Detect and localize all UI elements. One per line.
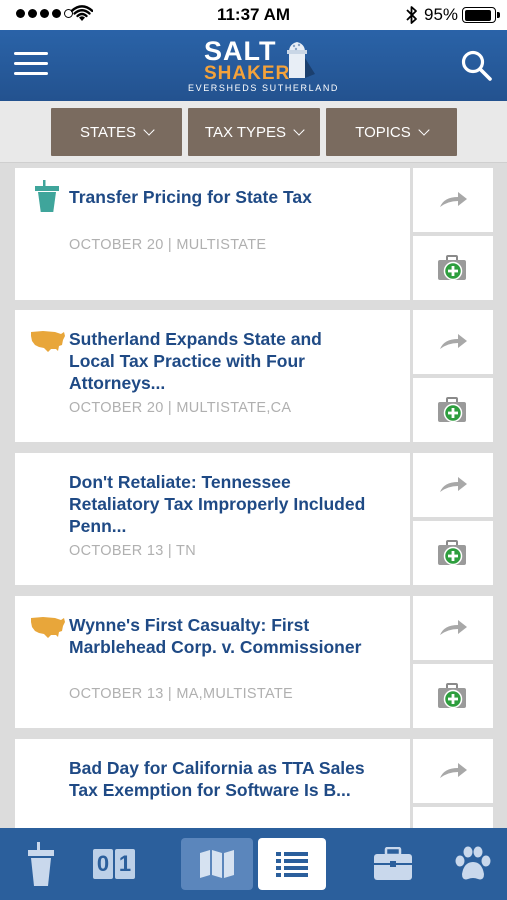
briefcase-add-icon bbox=[438, 683, 466, 709]
share-arrow-icon bbox=[440, 192, 467, 207]
article-meta: OCTOBER 13 | MA,MULTISTATE bbox=[69, 686, 293, 702]
battery-percent: 95% bbox=[424, 5, 459, 24]
article-card-body[interactable]: Transfer Pricing for State Tax OCTOBER 2… bbox=[15, 168, 410, 300]
save-to-briefcase-button[interactable] bbox=[413, 236, 493, 300]
paw-icon bbox=[455, 846, 491, 880]
chevron-down-icon bbox=[293, 124, 305, 136]
article-title: Wynne's First Casualty: First Marblehead… bbox=[69, 615, 362, 657]
chevron-down-icon bbox=[418, 124, 430, 136]
filter-bar: STATES TAX TYPES TOPICS bbox=[0, 101, 507, 163]
tab-briefcase[interactable] bbox=[368, 828, 418, 900]
article-meta: OCTOBER 13 | TN bbox=[69, 543, 196, 559]
bluetooth-icon bbox=[406, 6, 417, 24]
podium-icon bbox=[35, 180, 59, 212]
tab-map[interactable] bbox=[181, 838, 253, 890]
hamburger-menu-icon[interactable] bbox=[14, 52, 48, 78]
states-filter-button[interactable]: STATES bbox=[51, 108, 182, 156]
article-card-body[interactable]: Sutherland Expands State and Local Tax P… bbox=[15, 310, 410, 442]
app-header: SALT SHAKER EVERSHEDS SUTHERLAND bbox=[0, 30, 507, 101]
article-title: Sutherland Expands State and Local Tax P… bbox=[69, 329, 322, 393]
briefcase-add-icon bbox=[438, 540, 466, 566]
article-title: Bad Day for California as TTA Sales Tax … bbox=[69, 758, 365, 800]
article-title: Don't Retaliate: Tennessee Retaliatory T… bbox=[69, 472, 366, 536]
article-card: Bad Day for California as TTA Sales Tax … bbox=[15, 739, 493, 828]
save-to-briefcase-button[interactable] bbox=[413, 521, 493, 585]
briefcase-add-icon bbox=[438, 255, 466, 281]
counter-icon: 0 1 bbox=[93, 849, 135, 879]
share-arrow-icon bbox=[440, 620, 467, 635]
tab-paw[interactable] bbox=[448, 828, 498, 900]
share-button[interactable] bbox=[413, 596, 493, 660]
share-arrow-icon bbox=[440, 334, 467, 349]
logo-salt-text: SALT bbox=[204, 36, 277, 66]
save-to-briefcase-button[interactable] bbox=[413, 807, 493, 828]
article-list[interactable]: Transfer Pricing for State Tax OCTOBER 2… bbox=[0, 164, 507, 828]
bottom-tab-bar: 0 1 bbox=[0, 828, 507, 900]
map-icon bbox=[200, 850, 234, 878]
tax-types-filter-button[interactable]: TAX TYPES bbox=[188, 108, 320, 156]
logo-shaker-text: SHAKER bbox=[204, 63, 291, 84]
article-card: Wynne's First Casualty: First Marblehead… bbox=[15, 596, 493, 728]
share-button[interactable] bbox=[413, 453, 493, 517]
share-button[interactable] bbox=[413, 168, 493, 232]
salt-shaker-icon bbox=[287, 42, 315, 78]
tab-podium[interactable] bbox=[16, 828, 66, 900]
article-card-body[interactable]: Don't Retaliate: Tennessee Retaliatory T… bbox=[15, 453, 410, 585]
article-card-body[interactable]: Bad Day for California as TTA Sales Tax … bbox=[15, 739, 410, 828]
article-title: Transfer Pricing for State Tax bbox=[69, 187, 312, 207]
share-button[interactable] bbox=[413, 310, 493, 374]
tab-list[interactable] bbox=[258, 838, 326, 890]
states-filter-label: STATES bbox=[79, 123, 137, 141]
article-meta: OCTOBER 20 | MULTISTATE,CA bbox=[69, 400, 292, 416]
topics-filter-label: TOPICS bbox=[355, 123, 411, 141]
article-card: Transfer Pricing for State Tax OCTOBER 2… bbox=[15, 168, 493, 300]
save-to-briefcase-button[interactable] bbox=[413, 664, 493, 728]
search-icon[interactable] bbox=[460, 49, 494, 83]
battery-icon bbox=[462, 7, 500, 23]
save-to-briefcase-button[interactable] bbox=[413, 378, 493, 442]
article-card-body[interactable]: Wynne's First Casualty: First Marblehead… bbox=[15, 596, 410, 728]
counter-digit: 0 bbox=[93, 849, 113, 879]
share-button[interactable] bbox=[413, 739, 493, 803]
article-card: Sutherland Expands State and Local Tax P… bbox=[15, 310, 493, 442]
chevron-down-icon bbox=[143, 124, 155, 136]
tax-types-filter-label: TAX TYPES bbox=[204, 123, 287, 141]
article-card: Don't Retaliate: Tennessee Retaliatory T… bbox=[15, 453, 493, 585]
share-arrow-icon bbox=[440, 477, 467, 492]
us-map-icon bbox=[31, 331, 65, 352]
podium-icon bbox=[28, 842, 54, 886]
list-icon bbox=[276, 852, 308, 877]
share-arrow-icon bbox=[440, 763, 467, 778]
topics-filter-button[interactable]: TOPICS bbox=[326, 108, 457, 156]
briefcase-add-icon bbox=[438, 397, 466, 423]
logo-firm-text: EVERSHEDS SUTHERLAND bbox=[188, 83, 340, 93]
salt-shaker-logo: SALT SHAKER EVERSHEDS SUTHERLAND bbox=[186, 36, 337, 96]
counter-digit: 1 bbox=[115, 849, 135, 879]
article-meta: OCTOBER 20 | MULTISTATE bbox=[69, 237, 267, 253]
status-bar: 11:37 AM 95% bbox=[0, 0, 507, 30]
briefcase-icon bbox=[374, 847, 412, 880]
tab-counter[interactable]: 0 1 bbox=[88, 828, 140, 900]
us-map-icon bbox=[31, 617, 65, 638]
